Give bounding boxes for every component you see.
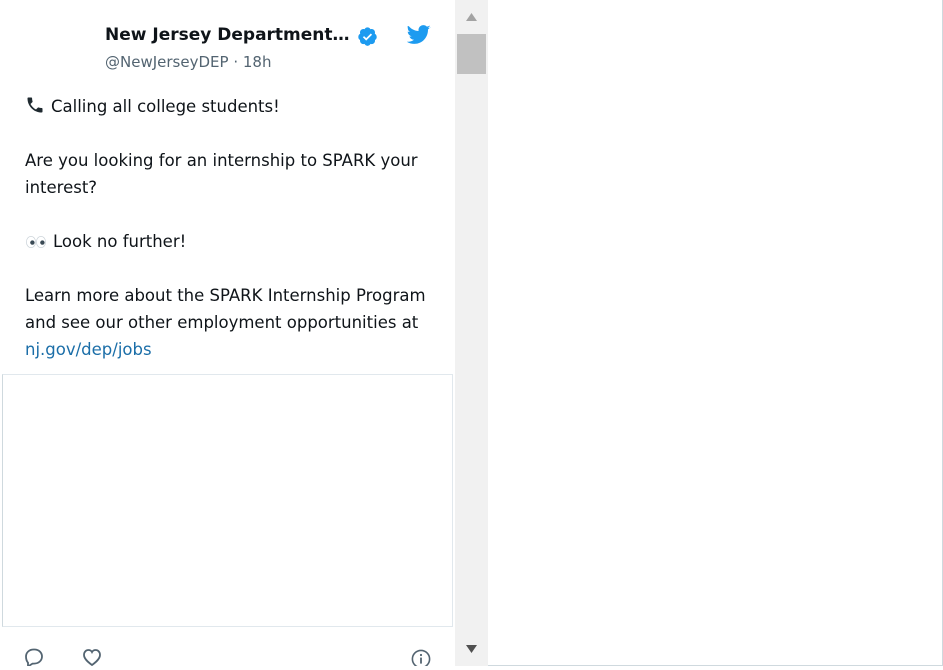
scroll-up-button[interactable] bbox=[455, 0, 488, 32]
heart-icon[interactable] bbox=[81, 646, 103, 666]
tweet-paragraph: Learn more about the SPARK Internship Pr… bbox=[25, 282, 440, 363]
arrow-up-icon bbox=[466, 13, 477, 21]
jobs-link[interactable]: nj.gov/dep/jobs bbox=[25, 340, 152, 359]
telephone-receiver-icon bbox=[27, 97, 43, 113]
tweet-actions bbox=[0, 640, 455, 666]
eyes-icon bbox=[26, 236, 46, 248]
tweet-time[interactable]: 18h bbox=[243, 53, 272, 71]
media-card[interactable] bbox=[2, 374, 453, 627]
arrow-down-icon bbox=[466, 645, 477, 653]
handle-line: @NewJerseyDEP · 18h bbox=[105, 53, 271, 71]
tweet-paragraph: Look no further! bbox=[25, 228, 440, 255]
tweet-embed: New Jersey Department… @NewJerseyDEP · 1… bbox=[0, 0, 488, 666]
tweet-paragraph-text: Are you looking for an internship to SPA… bbox=[25, 151, 418, 197]
tweet-body: Calling all college students! Are you lo… bbox=[25, 93, 440, 363]
scrollbar-thumb[interactable] bbox=[457, 34, 486, 74]
vertical-scrollbar[interactable] bbox=[455, 0, 488, 666]
twitter-bird-icon[interactable] bbox=[407, 25, 431, 45]
scroll-down-button[interactable] bbox=[455, 634, 488, 666]
tweet-header: New Jersey Department… @NewJerseyDEP · 1… bbox=[0, 0, 455, 90]
tweet-paragraph-text: Learn more about the SPARK Internship Pr… bbox=[25, 286, 426, 332]
blank-pane bbox=[488, 0, 943, 666]
tweet-paragraph-text: Look no further! bbox=[53, 232, 187, 251]
account-name[interactable]: New Jersey Department… bbox=[105, 25, 350, 45]
tweet-paragraph: Are you looking for an internship to SPA… bbox=[25, 147, 440, 201]
tweet-paragraph-text: Calling all college students! bbox=[51, 97, 280, 116]
reply-icon[interactable] bbox=[23, 646, 45, 666]
handle-separator: · bbox=[233, 53, 239, 71]
tweet-paragraph: Calling all college students! bbox=[25, 93, 440, 120]
account-handle[interactable]: @NewJerseyDEP bbox=[105, 53, 229, 71]
info-icon[interactable] bbox=[410, 648, 432, 666]
verified-badge-icon bbox=[358, 27, 377, 46]
